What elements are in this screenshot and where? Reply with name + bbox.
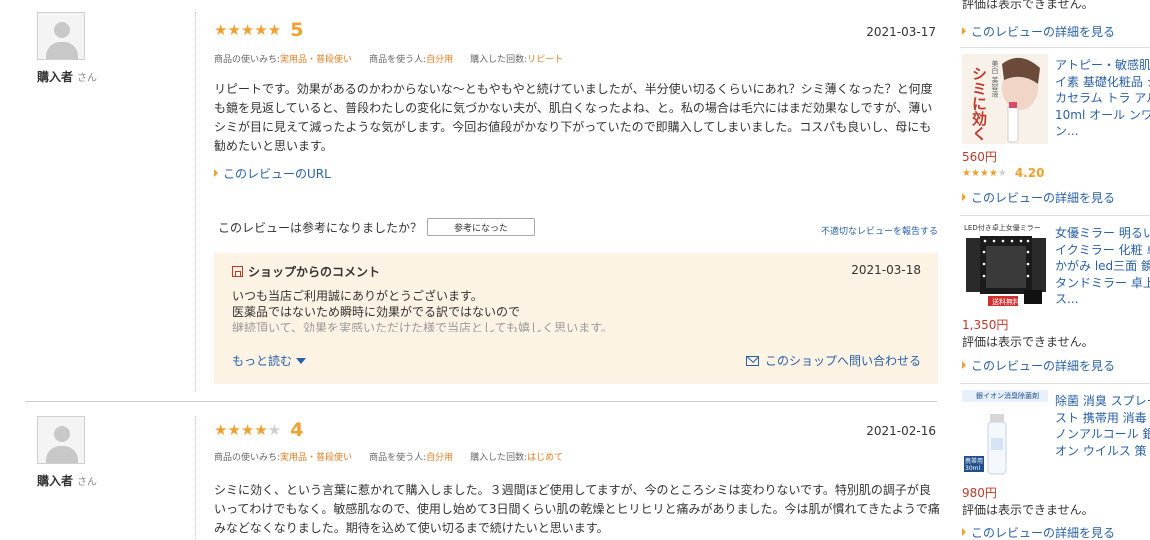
shop-comment-box: ショップからのコメント 2021-03-18 いつも当店ご利用誠にありがとうござ…: [214, 253, 938, 384]
rating-score: 5: [290, 19, 304, 41]
meta-user: 商品を使う人:自分用: [369, 453, 454, 463]
review-detail-link[interactable]: このレビューの詳細を見る: [962, 357, 1115, 374]
helpful-button[interactable]: 参考になった: [427, 218, 536, 236]
mail-icon: [745, 355, 759, 366]
reviewer-avatar: [37, 12, 85, 60]
contact-shop-link[interactable]: このショップへ問い合わせる: [745, 352, 921, 369]
review-card: 購入者 さん ★★★★★ 5 2021-03-17 商品の使いみち:実用品・普段使…: [25, 0, 940, 400]
shop-icon: [232, 266, 243, 277]
review-separator: [25, 401, 937, 402]
review-date: 2021-02-16: [866, 424, 936, 438]
rating-stars: ★★★★★ 5: [214, 20, 303, 40]
star-icons: ★★★★: [214, 421, 268, 439]
rating-stars: ★★★★★ 4: [214, 419, 304, 441]
review-body: シミに効く、という言葉に惹かれて購入しました。３週間ほど使用してますが、今のとこ…: [214, 483, 940, 535]
product-price: 980円: [962, 486, 997, 500]
helpful-question: このレビューは参考になりましたか？: [218, 220, 423, 235]
rating-score: 4: [290, 419, 304, 441]
product-title-link[interactable]: 女優ミラー 明るい メイクミラー 化粧 卓上かがみ led三面 鏡 スタンドミラ…: [1055, 225, 1150, 308]
review-date: 2021-03-17: [866, 25, 936, 39]
eval-unavailable: 評価は表示できません。: [962, 335, 1094, 349]
star-icons: ★★★★: [962, 167, 998, 179]
meta-usage: 商品の使いみち:実用品・普段使い: [214, 453, 353, 463]
product-rating: ★★★★ ★ 4.20: [962, 166, 1045, 180]
related-products-sidebar: 評価は表示できません。 このレビューの詳細を見る シミに効く 美白 美容液 アト…: [960, 0, 1150, 540]
column-divider: [195, 12, 196, 392]
star-icons: ★★★★★: [214, 21, 282, 39]
meta-usage: 商品の使いみち:実用品・普段使い: [214, 55, 353, 65]
review-body: リピートです。効果があるのかわからないな〜ともやもやと続けていましたが、半分使い…: [214, 82, 933, 153]
shop-comment-date: 2021-03-18: [851, 263, 921, 277]
chevron-down-icon: [296, 357, 307, 364]
review-detail-link[interactable]: このレビューの詳細を見る: [962, 189, 1115, 206]
triangle-bullet-icon: [962, 27, 966, 35]
product-title-link[interactable]: 除菌 消臭 スプレー ミスト 携帯用 消毒 液 ノンアルコール 銀イオン ウイル…: [1055, 393, 1150, 459]
shop-comment-title: ショップからのコメント: [232, 263, 380, 280]
meta-purchase-count: 購入した回数:リピート: [470, 55, 564, 65]
review-card: 購入者 さん ★★★★★ 4 2021-02-16 商品の使いみち:実用品・普段使…: [25, 404, 940, 540]
reviewer-avatar: [37, 416, 85, 464]
product-thumbnail[interactable]: 銀イオン消臭除菌剤 携帯用 30ml: [962, 390, 1048, 480]
meta-user: 商品を使う人:自分用: [369, 55, 454, 65]
review-url-link[interactable]: このレビューのURL: [214, 165, 331, 182]
sidebar-divider: [960, 215, 1150, 216]
product-title-link[interactable]: アトピー・敏感肌 ケイ素 基礎化粧品 シリカセラム トラ アル 10ml オール…: [1055, 57, 1150, 140]
read-more-link[interactable]: もっと読む: [232, 352, 307, 369]
meta-purchase-count: 購入した回数:はじめて: [470, 453, 564, 463]
triangle-bullet-icon: [962, 193, 966, 201]
reviewer-name: 購入者 さん: [37, 474, 98, 488]
product-thumbnail[interactable]: シミに効く 美白 美容液: [962, 54, 1048, 144]
shop-comment-text: いつも当店ご利用誠にありがとうございます。 医薬品ではないため瞬時に効果がでる訳…: [232, 289, 613, 332]
review-meta: 商品の使いみち:実用品・普段使い 商品を使う人:自分用 購入した回数:はじめて: [214, 450, 580, 463]
product-price: 560円: [962, 150, 997, 164]
report-link[interactable]: 不適切なレビューを報告する: [821, 224, 938, 237]
review-detail-link[interactable]: このレビューの詳細を見る: [962, 524, 1115, 540]
reviewer-name: 購入者 さん: [37, 70, 98, 84]
triangle-bullet-icon: [962, 528, 966, 536]
helpful-row: このレビューは参考になりましたか？ 参考になった: [218, 218, 536, 236]
product-price: 1,350円: [962, 318, 1009, 332]
eval-unavailable: 評価は表示できません。: [962, 0, 1094, 11]
review-meta: 商品の使いみち:実用品・普段使い 商品を使う人:自分用 購入した回数:リピート: [214, 52, 580, 65]
sidebar-divider: [960, 383, 1150, 384]
column-divider: [195, 416, 196, 540]
triangle-bullet-icon: [962, 361, 966, 369]
review-detail-link[interactable]: このレビューの詳細を見る: [962, 23, 1115, 40]
eval-unavailable: 評価は表示できません。: [962, 503, 1094, 517]
sidebar-divider: [960, 47, 1150, 48]
product-thumbnail[interactable]: LED付き卓上女優ミラー 送料無料: [962, 222, 1048, 312]
triangle-bullet-icon: [214, 169, 218, 177]
